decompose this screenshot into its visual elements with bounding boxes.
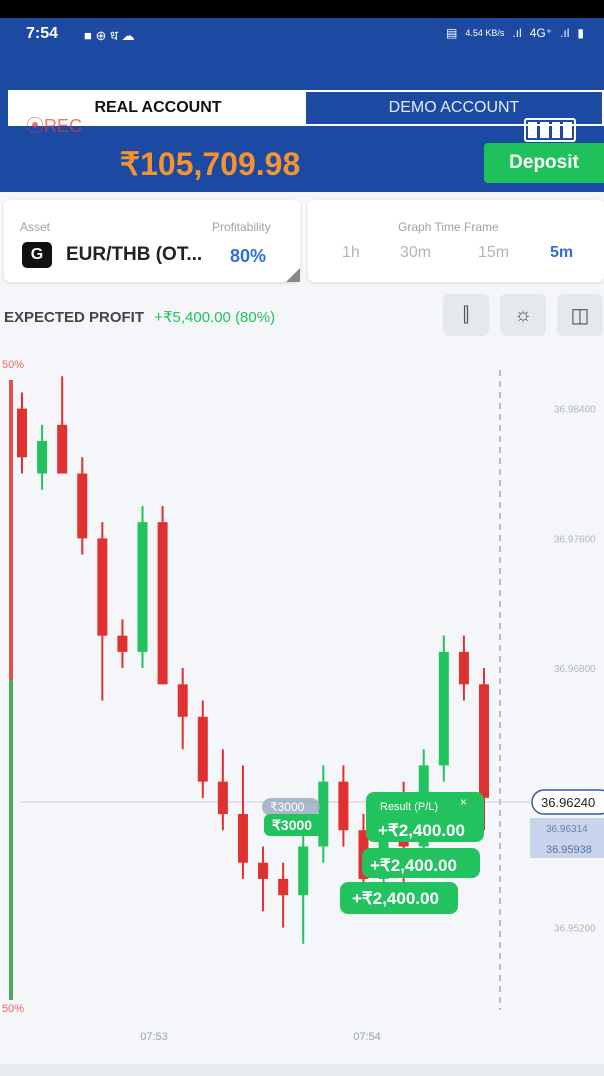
candle-body: [438, 651, 449, 766]
timeframe-15m[interactable]: 15m: [478, 244, 509, 262]
candle-body: [97, 538, 108, 636]
signal2-icon: .ıl: [560, 26, 570, 40]
trade-amount-label: ₹3000: [272, 817, 312, 833]
candle-body: [237, 814, 248, 863]
y-tick-label: 36.96800: [554, 664, 596, 675]
sun-icon[interactable]: ☼: [500, 294, 546, 336]
timeframe-label: Graph Time Frame: [398, 220, 499, 234]
profitability-label: Profitability: [212, 220, 271, 234]
status-bar: 7:54 ■ ⊕ ध ☁ ▤ 4.54 KB/s .ıl 4G⁺ .ıl ▮: [0, 18, 604, 52]
signal-icon: .ıl: [512, 26, 522, 40]
expected-profit: EXPECTED PROFIT +₹5,400.00 (80%): [4, 308, 275, 326]
y-tick-label: 36.98400: [554, 405, 596, 416]
expected-profit-label: EXPECTED PROFIT: [4, 309, 145, 326]
timeframe-5m[interactable]: 5m: [550, 244, 573, 262]
asset-logo-icon: G: [22, 242, 52, 268]
asset-label: Asset: [20, 220, 51, 234]
close-icon: ×: [460, 795, 467, 809]
dropdown-corner-icon: [286, 268, 300, 282]
price-tag-2: 36.96314: [546, 824, 588, 835]
candle-body: [479, 684, 489, 798]
result-label: Result (P/L): [380, 801, 438, 813]
battery-icon: [524, 118, 576, 142]
battery-status-icon: ▮: [577, 26, 584, 40]
price-chart[interactable]: 50% 50% 36.98400 36.97600 36.96800 36.95200 07…: [0, 340, 604, 1060]
layout-icon[interactable]: ◫: [557, 294, 603, 336]
account-balance: ₹105,709.98: [119, 146, 301, 182]
cast-icon: ▤: [445, 26, 458, 40]
notification-icon: ■ ⊕ ध ☁: [84, 28, 135, 43]
candles-icon[interactable]: ⫿: [443, 294, 489, 336]
rec-indicator: ⦿REC: [26, 116, 83, 136]
price-tag-3: 36.95938: [546, 844, 592, 856]
timeframe-1h[interactable]: 1h: [342, 244, 360, 262]
candle-body: [298, 846, 309, 896]
candle-body: [217, 781, 228, 815]
candle-body: [338, 781, 349, 831]
candle-body: [37, 441, 48, 474]
candle-body: [157, 522, 168, 685]
result-value: +₹2,400.00: [352, 889, 439, 908]
expected-profit-value: +₹5,400.00 (80%): [154, 309, 276, 326]
current-price-label: 36.96240: [541, 795, 595, 810]
candle-body: [197, 716, 208, 782]
asset-selector[interactable]: Asset Profitability G EUR/THB (OT... 80%: [4, 200, 300, 282]
candle-body: [77, 473, 88, 539]
y-tick-label: 36.97600: [554, 534, 596, 545]
candle-body: [17, 408, 27, 458]
candle-body: [117, 635, 128, 652]
left-edge-bar-green: [9, 680, 13, 1000]
candle-body: [137, 522, 148, 652]
deposit-button[interactable]: Deposit: [484, 143, 604, 183]
top-black-bar: [0, 0, 604, 18]
timeframe-card: Graph Time Frame 1h 30m 15m 5m: [308, 200, 604, 282]
result-value: +₹2,400.00: [370, 856, 457, 875]
candle-body: [57, 424, 68, 474]
x-tick-label: 07:53: [140, 1031, 168, 1043]
profitability-value: 80%: [230, 246, 267, 266]
asset-name: EUR/THB (OT...: [66, 244, 203, 265]
bottom-bar: [0, 1064, 604, 1076]
network-label: 4G⁺: [529, 26, 553, 40]
status-time: 7:54: [26, 25, 59, 42]
x-tick-label: 07:54: [353, 1031, 381, 1043]
side-label-top: 50%: [2, 359, 24, 371]
candle-body: [458, 651, 469, 685]
timeframe-30m[interactable]: 30m: [400, 244, 431, 262]
candle-body: [258, 862, 269, 879]
account-header: REAL ACCOUNT DEMO ACCOUNT ⦿REC ₹105,709.…: [0, 52, 604, 192]
account-tabs: REAL ACCOUNT DEMO ACCOUNT: [8, 90, 604, 126]
status-right: ▤ 4.54 KB/s .ıl 4G⁺ .ıl ▮: [446, 26, 584, 40]
speed-text: 4.54 KB/s: [465, 28, 505, 38]
candle-body: [177, 684, 188, 717]
side-label-bottom: 50%: [2, 1003, 24, 1015]
candle-body: [278, 878, 289, 896]
y-tick-label: 36.95200: [554, 924, 596, 935]
trade-amount-label: ₹3000: [270, 800, 305, 814]
result-value: +₹2,400.00: [378, 821, 465, 840]
